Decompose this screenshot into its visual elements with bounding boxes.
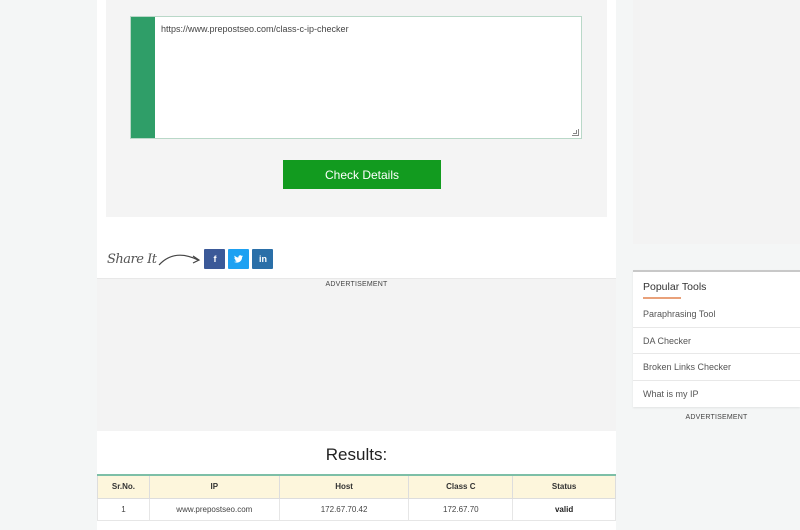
table-row: 1 www.prepostseo.com 172.67.70.42 172.67…: [97, 497, 616, 521]
table-header-row: Sr.No. IP Host Class C Status: [97, 474, 616, 499]
tool-card: Check Details Share It f in: [97, 0, 616, 279]
sidebar-item-paraphrasing-tool[interactable]: Paraphrasing Tool: [633, 301, 800, 328]
results-table: Sr.No. IP Host Class C Status 1 www.prep…: [97, 474, 616, 521]
resize-handle-icon[interactable]: [572, 129, 579, 136]
facebook-share-button[interactable]: f: [204, 249, 226, 269]
twitter-icon: [234, 255, 244, 263]
linkedin-icon: in: [258, 254, 267, 264]
results-title: Results:: [325, 445, 388, 464]
curved-arrow-icon: [158, 254, 201, 266]
check-details-button[interactable]: Check Details: [283, 160, 441, 189]
tool-input-panel: Check Details: [106, 0, 607, 217]
sidebar-item-what-is-my-ip[interactable]: What is my IP: [633, 381, 800, 408]
facebook-icon: f: [213, 254, 217, 264]
title-underline: [643, 297, 681, 299]
cell-status: valid: [512, 497, 616, 521]
input-accent-bar: [131, 17, 155, 138]
share-bar: Share It f in: [107, 248, 274, 270]
sidebar-item-da-checker[interactable]: DA Checker: [633, 328, 800, 354]
sidebar-ad-space: [633, 0, 800, 244]
sidebar-item-broken-links-checker[interactable]: Broken Links Checker: [633, 354, 800, 381]
popular-tools-list: Paraphrasing Tool DA Checker Broken Link…: [633, 301, 800, 407]
column-header-class-c: Class C: [408, 474, 514, 499]
advertisement-main: ADVERTISEMENT: [97, 279, 616, 431]
column-header-sr: Sr.No.: [97, 474, 150, 499]
column-header-host: Host: [278, 474, 410, 499]
column-header-status: Status: [512, 474, 616, 499]
results-section: Results: Sr.No. IP Host Class C Status 1…: [97, 431, 616, 530]
linkedin-share-button[interactable]: in: [252, 249, 274, 269]
column-header-ip: IP: [148, 474, 280, 499]
share-label: Share It: [107, 251, 157, 267]
cell-ip: www.prepostseo.com: [148, 497, 280, 521]
popular-tools-widget: Popular Tools Paraphrasing Tool DA Check…: [633, 270, 800, 407]
cell-class-c: 172.67.70: [408, 497, 514, 521]
cell-sr: 1: [97, 497, 150, 521]
popular-tools-title: Popular Tools: [643, 281, 707, 293]
cell-host: 172.67.70.42: [278, 497, 410, 521]
url-textarea[interactable]: [155, 17, 581, 138]
advertisement-label: ADVERTISEMENT: [325, 281, 388, 288]
url-input-container: [130, 16, 582, 139]
sidebar-advertisement-label: ADVERTISEMENT: [685, 414, 748, 421]
twitter-share-button[interactable]: [228, 249, 250, 269]
